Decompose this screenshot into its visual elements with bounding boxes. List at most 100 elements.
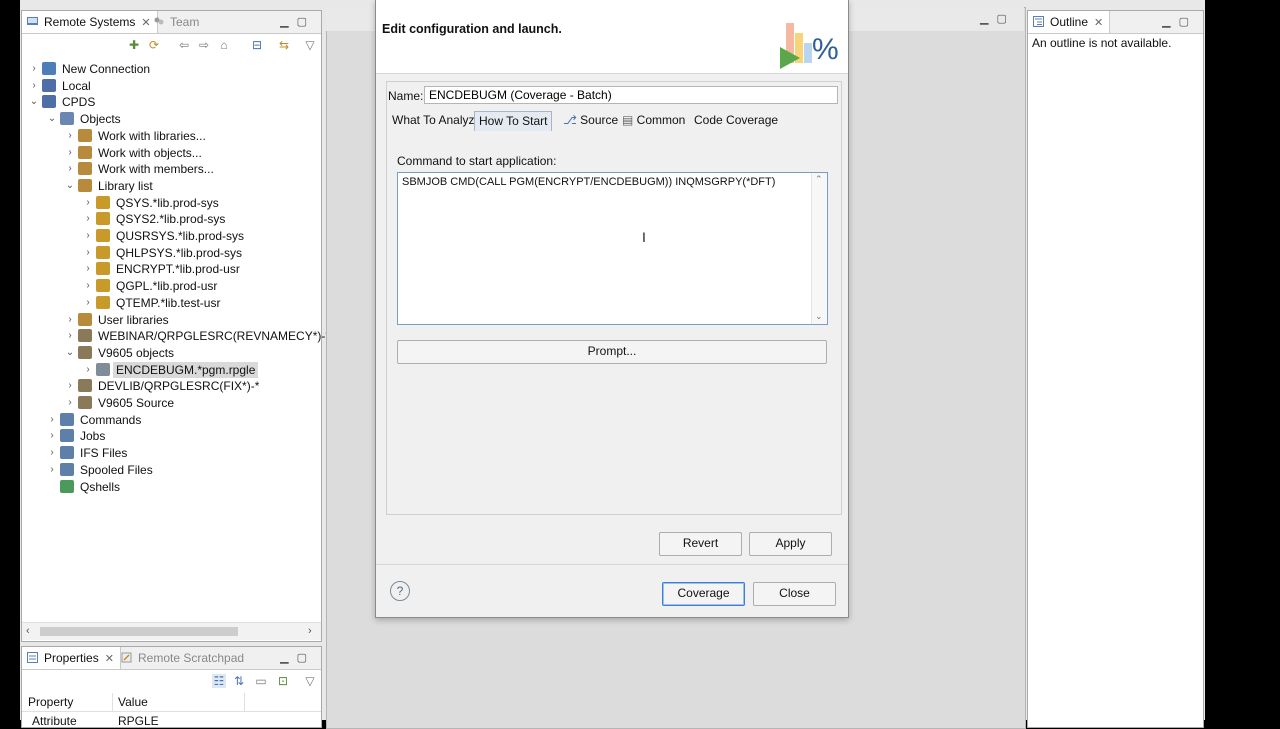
chevron-right-icon[interactable]: › (28, 78, 40, 94)
scroll-right-icon[interactable]: › (308, 625, 312, 637)
coverage-button[interactable]: Coverage (662, 582, 745, 606)
tab-how-to-start[interactable]: How To Start (474, 111, 553, 131)
editor-window-controls[interactable]: ▁▢ (980, 12, 1015, 25)
chevron-right-icon[interactable]: › (82, 245, 94, 261)
chevron-right-icon[interactable]: › (82, 211, 94, 227)
tree-item[interactable]: › V9605 Source (22, 395, 321, 411)
maximize-icon[interactable]: ▢ (1179, 16, 1197, 28)
view-menu-icon[interactable]: ▽ (303, 674, 317, 688)
chevron-right-icon[interactable]: › (46, 462, 58, 478)
scroll-down-icon[interactable]: ⌄ (815, 311, 823, 322)
tab-remote-systems[interactable]: Remote Systems ✕ (22, 11, 158, 33)
revert-button[interactable]: Revert (659, 532, 742, 556)
chevron-right-icon[interactable]: › (64, 145, 76, 161)
categories-icon[interactable]: ☷ (212, 674, 226, 688)
tree-item[interactable]: › Work with objects... (22, 145, 321, 161)
chevron-right-icon[interactable]: › (46, 428, 58, 444)
tab-remote-scratchpad[interactable]: Remote Scratchpad (116, 647, 250, 669)
tree-item[interactable]: › QHLPSYS.*lib.prod-sys (22, 245, 321, 261)
tree-item[interactable]: › Work with libraries... (22, 128, 321, 144)
tree-item[interactable]: › DEVLIB/QRPGLESRC(FIX*)-* (22, 378, 321, 394)
chevron-right-icon[interactable]: › (64, 378, 76, 394)
tree-item[interactable]: › QSYS2.*lib.prod-sys (22, 211, 321, 227)
chevron-right-icon[interactable]: › (64, 161, 76, 177)
filter-advanced-icon[interactable]: ⇅ (232, 674, 246, 688)
vertical-scrollbar[interactable]: ⌃ ⌄ (811, 173, 827, 324)
minimize-icon[interactable]: ▁ (980, 13, 996, 25)
tree-item[interactable]: › Local (22, 78, 321, 94)
chevron-down-icon[interactable]: ⌄ (46, 111, 58, 127)
tab-what-to-analyze[interactable]: What To Analyze (388, 111, 485, 130)
tree-item[interactable]: › QSYS.*lib.prod-sys (22, 195, 321, 211)
scrollbar-thumb[interactable] (40, 627, 238, 636)
horizontal-scrollbar[interactable]: ‹ › (22, 622, 321, 640)
chevron-right-icon[interactable] (46, 479, 58, 495)
close-icon[interactable]: ✕ (1094, 17, 1103, 29)
tree-item[interactable]: › Jobs (22, 428, 321, 444)
chevron-right-icon[interactable]: › (28, 61, 40, 77)
tree-item[interactable]: ⌄ V9605 objects (22, 345, 321, 361)
column-header-value[interactable]: Value (118, 695, 148, 709)
tab-outline[interactable]: Outline ✕ (1028, 11, 1111, 33)
tab-code-coverage[interactable]: Code Coverage (690, 111, 782, 130)
chevron-right-icon[interactable]: › (82, 228, 94, 244)
tab-common[interactable]: ▤ Common (618, 111, 689, 130)
scroll-up-icon[interactable]: ⌃ (815, 174, 823, 185)
tab-team[interactable]: Team (148, 11, 205, 33)
tree-item[interactable]: ⌄ Library list (22, 178, 321, 194)
pin-icon[interactable]: ⊡ (276, 674, 290, 688)
column-header-property[interactable]: Property (28, 695, 73, 709)
prompt-button[interactable]: Prompt... (397, 340, 827, 364)
maximize-icon[interactable]: ▢ (297, 16, 315, 28)
refresh-icon[interactable]: ⟳ (147, 38, 161, 52)
tab-source[interactable]: ⎇ Source (559, 111, 622, 130)
restore-default-icon[interactable]: ▭ (254, 674, 268, 688)
tree-item[interactable]: › QGPL.*lib.prod-usr (22, 278, 321, 294)
close-icon[interactable]: ✕ (105, 653, 114, 665)
close-button[interactable]: Close (753, 582, 836, 606)
apply-button[interactable]: Apply (749, 532, 832, 556)
tree-item[interactable]: › Spooled Files (22, 462, 321, 478)
maximize-icon[interactable]: ▢ (297, 652, 315, 664)
forward-arrow-icon[interactable]: ⇨ (197, 38, 211, 52)
minimize-icon[interactable]: ▁ (280, 16, 296, 28)
view-window-controls[interactable]: ▁▢ (280, 15, 315, 28)
tree-item[interactable]: ⌄ CPDS (22, 94, 321, 110)
home-icon[interactable]: ⌂ (217, 38, 231, 52)
chevron-down-icon[interactable]: ⌄ (28, 94, 40, 110)
command-textarea[interactable]: SBMJOB CMD(CALL PGM(ENCRYPT/ENCDEBUGM)) … (397, 172, 828, 325)
tree-item[interactable]: › IFS Files (22, 445, 321, 461)
tree-item[interactable]: › QUSRSYS.*lib.prod-sys (22, 228, 321, 244)
tree-item[interactable]: › User libraries (22, 312, 321, 328)
tree-item[interactable]: › ENCDEBUGM.*pgm.rpgle (22, 361, 321, 378)
tab-properties[interactable]: Properties ✕ (22, 647, 121, 669)
chevron-right-icon[interactable]: › (82, 362, 94, 378)
view-window-controls[interactable]: ▁▢ (280, 651, 315, 664)
name-input[interactable] (424, 86, 838, 104)
tree-item[interactable]: › Work with members... (22, 161, 321, 177)
chevron-right-icon[interactable]: › (82, 195, 94, 211)
tree-item[interactable]: › WEBINAR/QRPGLESRC(REVNAMECY*)-* (22, 328, 330, 344)
chevron-right-icon[interactable]: › (82, 261, 94, 277)
view-window-controls[interactable]: ▁▢ (1162, 15, 1197, 28)
tree-item[interactable]: ⌄ Objects (22, 111, 321, 127)
chevron-right-icon[interactable]: › (64, 128, 76, 144)
minimize-icon[interactable]: ▁ (280, 652, 296, 664)
collapse-all-icon[interactable]: ⊟ (250, 38, 264, 52)
new-connection-icon[interactable]: ✚ (127, 38, 141, 52)
tree-item[interactable]: › Commands (22, 412, 321, 428)
scroll-left-icon[interactable]: ‹ (26, 625, 30, 637)
chevron-right-icon[interactable]: › (82, 295, 94, 311)
chevron-right-icon[interactable]: › (64, 395, 76, 411)
view-menu-icon[interactable]: ▽ (303, 38, 317, 52)
link-with-editor-icon[interactable]: ⇆ (277, 38, 291, 52)
maximize-icon[interactable]: ▢ (996, 13, 1014, 25)
chevron-right-icon[interactable]: › (46, 412, 58, 428)
tree-item[interactable]: Qshells (22, 479, 321, 495)
chevron-right-icon[interactable]: › (64, 312, 76, 328)
minimize-icon[interactable]: ▁ (1162, 16, 1178, 28)
chevron-right-icon[interactable]: › (82, 278, 94, 294)
tree-item[interactable]: › New Connection (22, 61, 321, 77)
chevron-right-icon[interactable]: › (46, 445, 58, 461)
back-arrow-icon[interactable]: ⇦ (177, 38, 191, 52)
